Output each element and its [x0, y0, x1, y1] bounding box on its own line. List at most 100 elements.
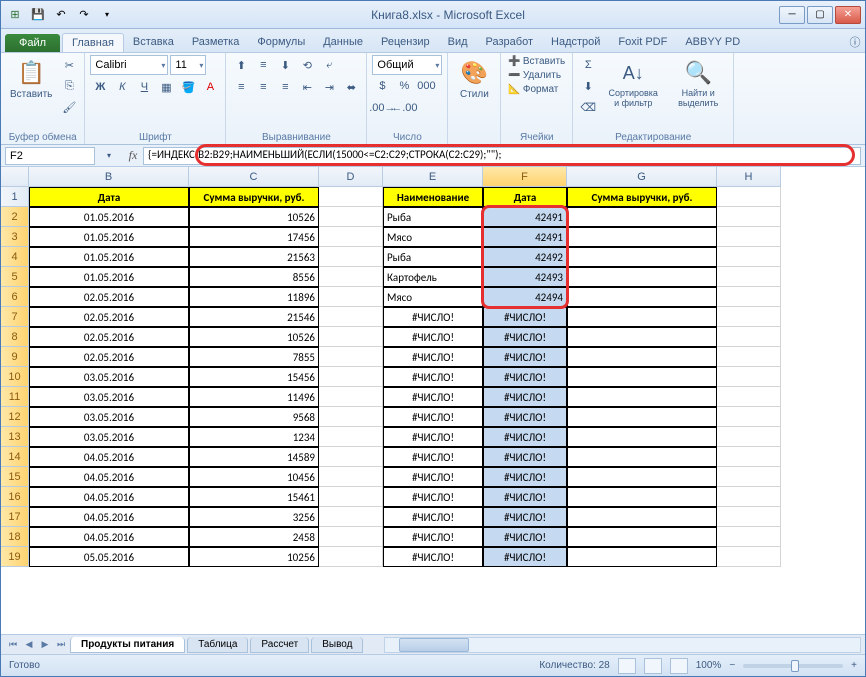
cell-E14[interactable]: #ЧИСЛО!	[383, 447, 483, 467]
cell-C5[interactable]: 8556	[189, 267, 319, 287]
cell-C18[interactable]: 2458	[189, 527, 319, 547]
cell-F4[interactable]: 42492	[483, 247, 567, 267]
cell-G10[interactable]	[567, 367, 717, 387]
column-header-G[interactable]: G	[567, 167, 717, 187]
find-select-button[interactable]: 🔍 Найти и выделить	[668, 55, 728, 111]
cell-D17[interactable]	[319, 507, 383, 527]
cell-G7[interactable]	[567, 307, 717, 327]
font-size-combo[interactable]: 11	[170, 55, 206, 75]
row-header-16[interactable]: 16	[1, 487, 29, 507]
row-header-17[interactable]: 17	[1, 507, 29, 527]
sort-filter-button[interactable]: A↓ Сортировка и фильтр	[601, 55, 665, 111]
tab-вставка[interactable]: Вставка	[124, 33, 183, 52]
cell-E11[interactable]: #ЧИСЛО!	[383, 387, 483, 407]
merge-button[interactable]: ⬌	[341, 77, 361, 97]
view-layout-button[interactable]	[644, 658, 662, 674]
sheet-tab-1[interactable]: Таблица	[187, 637, 248, 653]
font-name-combo[interactable]: Calibri	[90, 55, 168, 75]
cell-B1[interactable]: Дата	[29, 187, 189, 207]
formula-input[interactable]: {=ИНДЕКС(B2:B29;НАИМЕНЬШИЙ(ЕСЛИ(15000<=C…	[143, 147, 861, 165]
cell-H14[interactable]	[717, 447, 781, 467]
cell-G19[interactable]	[567, 547, 717, 567]
cell-H1[interactable]	[717, 187, 781, 207]
insert-cells-button[interactable]: ➕Вставить	[506, 55, 567, 68]
cell-H9[interactable]	[717, 347, 781, 367]
tab-главная[interactable]: Главная	[62, 33, 124, 52]
cell-D19[interactable]	[319, 547, 383, 567]
cell-B17[interactable]: 04.05.2016	[29, 507, 189, 527]
zoom-slider[interactable]	[743, 664, 843, 668]
autosum-button[interactable]: Σ	[578, 55, 598, 75]
row-header-12[interactable]: 12	[1, 407, 29, 427]
cell-D16[interactable]	[319, 487, 383, 507]
cell-C12[interactable]: 9568	[189, 407, 319, 427]
cell-E5[interactable]: Картофель	[383, 267, 483, 287]
decrease-indent-button[interactable]: ⇤	[297, 77, 317, 97]
cell-F14[interactable]: #ЧИСЛО!	[483, 447, 567, 467]
tab-надстрой[interactable]: Надстрой	[542, 33, 609, 52]
cell-G3[interactable]	[567, 227, 717, 247]
cell-B12[interactable]: 03.05.2016	[29, 407, 189, 427]
percent-button[interactable]: %	[394, 76, 414, 96]
italic-button[interactable]: К	[112, 77, 132, 97]
cell-B4[interactable]: 01.05.2016	[29, 247, 189, 267]
styles-button[interactable]: 🎨 Стили	[453, 55, 495, 102]
cell-B18[interactable]: 04.05.2016	[29, 527, 189, 547]
cell-F16[interactable]: #ЧИСЛО!	[483, 487, 567, 507]
cell-H6[interactable]	[717, 287, 781, 307]
align-middle-button[interactable]: ≡	[253, 55, 273, 75]
cell-E13[interactable]: #ЧИСЛО!	[383, 427, 483, 447]
cell-C13[interactable]: 1234	[189, 427, 319, 447]
cell-D10[interactable]	[319, 367, 383, 387]
cell-E1[interactable]: Наименование	[383, 187, 483, 207]
font-color-button[interactable]: A	[200, 77, 220, 97]
cell-F12[interactable]: #ЧИСЛО!	[483, 407, 567, 427]
cell-E12[interactable]: #ЧИСЛО!	[383, 407, 483, 427]
cell-B9[interactable]: 02.05.2016	[29, 347, 189, 367]
cell-H17[interactable]	[717, 507, 781, 527]
tab-разметка[interactable]: Разметка	[183, 33, 249, 52]
row-header-19[interactable]: 19	[1, 547, 29, 567]
cell-F13[interactable]: #ЧИСЛО!	[483, 427, 567, 447]
cell-D8[interactable]	[319, 327, 383, 347]
cell-D14[interactable]	[319, 447, 383, 467]
cell-E9[interactable]: #ЧИСЛО!	[383, 347, 483, 367]
cell-E3[interactable]: Мясо	[383, 227, 483, 247]
excel-icon[interactable]: ⊞	[5, 5, 25, 25]
cell-H7[interactable]	[717, 307, 781, 327]
view-pagebreak-button[interactable]	[670, 658, 688, 674]
ribbon-help-icon[interactable]: ⓘ	[845, 32, 865, 52]
orientation-button[interactable]: ⟲	[297, 55, 317, 75]
cell-H8[interactable]	[717, 327, 781, 347]
cell-H12[interactable]	[717, 407, 781, 427]
zoom-in-button[interactable]: +	[851, 660, 857, 671]
cell-D2[interactable]	[319, 207, 383, 227]
cell-G1[interactable]: Сумма выручки, руб.	[567, 187, 717, 207]
cell-H2[interactable]	[717, 207, 781, 227]
cell-F3[interactable]: 42491	[483, 227, 567, 247]
cell-F9[interactable]: #ЧИСЛО!	[483, 347, 567, 367]
cell-E18[interactable]: #ЧИСЛО!	[383, 527, 483, 547]
underline-button[interactable]: Ч	[134, 77, 154, 97]
cell-B16[interactable]: 04.05.2016	[29, 487, 189, 507]
cut-button[interactable]: ✂	[59, 55, 79, 75]
cell-E10[interactable]: #ЧИСЛО!	[383, 367, 483, 387]
align-top-button[interactable]: ⬆	[231, 55, 251, 75]
cell-G6[interactable]	[567, 287, 717, 307]
namebox-dropdown-icon[interactable]: ▾	[99, 146, 119, 166]
cell-D11[interactable]	[319, 387, 383, 407]
zoom-out-button[interactable]: −	[729, 660, 735, 671]
cell-F17[interactable]: #ЧИСЛО!	[483, 507, 567, 527]
row-header-3[interactable]: 3	[1, 227, 29, 247]
cell-H15[interactable]	[717, 467, 781, 487]
cell-D5[interactable]	[319, 267, 383, 287]
sheet-tab-2[interactable]: Рассчет	[250, 637, 309, 653]
cell-F6[interactable]: 42494	[483, 287, 567, 307]
cell-E19[interactable]: #ЧИСЛО!	[383, 547, 483, 567]
align-bottom-button[interactable]: ⬇	[275, 55, 295, 75]
select-all-corner[interactable]	[1, 167, 29, 187]
sheet-nav-last[interactable]: ⏭	[53, 637, 69, 653]
column-header-B[interactable]: B	[29, 167, 189, 187]
cell-F8[interactable]: #ЧИСЛО!	[483, 327, 567, 347]
tab-разработ[interactable]: Разработ	[477, 33, 542, 52]
